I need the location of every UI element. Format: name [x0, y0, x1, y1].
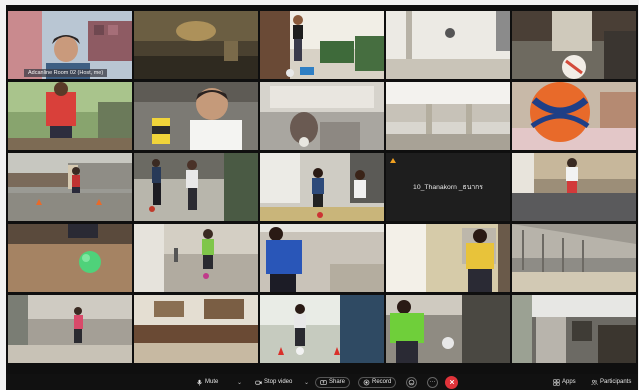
- video-camera-icon: [255, 379, 262, 386]
- participant-name: 10_Thanakorn _ธนากร: [413, 184, 483, 191]
- mute-label: Mute: [205, 379, 219, 385]
- end-meeting-button[interactable]: [445, 375, 458, 389]
- warning-icon: [390, 158, 396, 163]
- close-icon: [449, 379, 454, 385]
- video-tile[interactable]: [260, 82, 384, 150]
- video-options-chevron-icon[interactable]: ⌄: [304, 379, 309, 386]
- video-tile[interactable]: [134, 153, 258, 221]
- stop-video-button[interactable]: Stop video: [255, 376, 292, 388]
- video-tile[interactable]: [134, 11, 258, 79]
- video-grid: Adcanline Room 02 (Host, me) 10_Thanakor…: [8, 11, 636, 373]
- meeting-window: Adcanline Room 02 (Host, me) 10_Thanakor…: [6, 5, 638, 390]
- video-tile[interactable]: [260, 11, 384, 79]
- share-label: Share: [329, 379, 346, 385]
- video-tile[interactable]: [260, 153, 384, 221]
- apps-button[interactable]: Apps: [553, 376, 576, 388]
- stop-video-label: Stop video: [264, 379, 293, 385]
- video-tile[interactable]: [134, 224, 258, 292]
- video-tile[interactable]: [386, 224, 510, 292]
- video-tile[interactable]: [8, 82, 132, 150]
- participant-name-tag: Adcanline Room 02 (Host, me): [24, 69, 108, 77]
- microphone-icon: [196, 379, 203, 386]
- video-tile[interactable]: [512, 11, 636, 79]
- video-tile[interactable]: [512, 82, 636, 150]
- apps-label: Apps: [562, 379, 576, 385]
- apps-grid-icon: [553, 378, 560, 386]
- video-tile-host[interactable]: Adcanline Room 02 (Host, me): [8, 11, 132, 79]
- video-tile[interactable]: [512, 295, 636, 363]
- share-screen-icon: [320, 379, 327, 386]
- participants-icon: [591, 379, 598, 386]
- share-button[interactable]: Share: [315, 376, 351, 388]
- video-tile[interactable]: [512, 153, 636, 221]
- record-label: Record: [372, 379, 392, 385]
- video-tile[interactable]: [8, 295, 132, 363]
- video-tile[interactable]: [512, 224, 636, 292]
- mute-button[interactable]: Mute: [196, 376, 218, 388]
- record-icon: [363, 379, 370, 386]
- reactions-button[interactable]: [406, 376, 417, 388]
- mute-options-chevron-icon[interactable]: ⌄: [237, 379, 242, 386]
- video-tile[interactable]: [386, 82, 510, 150]
- video-tile[interactable]: [8, 153, 132, 221]
- video-tile[interactable]: [260, 224, 384, 292]
- video-tile[interactable]: [260, 295, 384, 363]
- video-tile[interactable]: [386, 295, 510, 363]
- record-button[interactable]: Record: [358, 376, 397, 388]
- video-tile[interactable]: [134, 295, 258, 363]
- video-tile[interactable]: [386, 11, 510, 79]
- video-tile[interactable]: [8, 224, 132, 292]
- more-options-button[interactable]: ···: [427, 376, 438, 388]
- participants-button[interactable]: Participants: [591, 376, 631, 388]
- participants-label: Participants: [600, 379, 632, 385]
- video-tile-no-video[interactable]: 10_Thanakorn _ธนากร: [386, 153, 510, 221]
- emoji-icon: [408, 379, 415, 386]
- video-tile[interactable]: [134, 82, 258, 150]
- meeting-toolbar: Mute ⌄ Stop video ⌄ Share Record ··· App…: [6, 374, 638, 390]
